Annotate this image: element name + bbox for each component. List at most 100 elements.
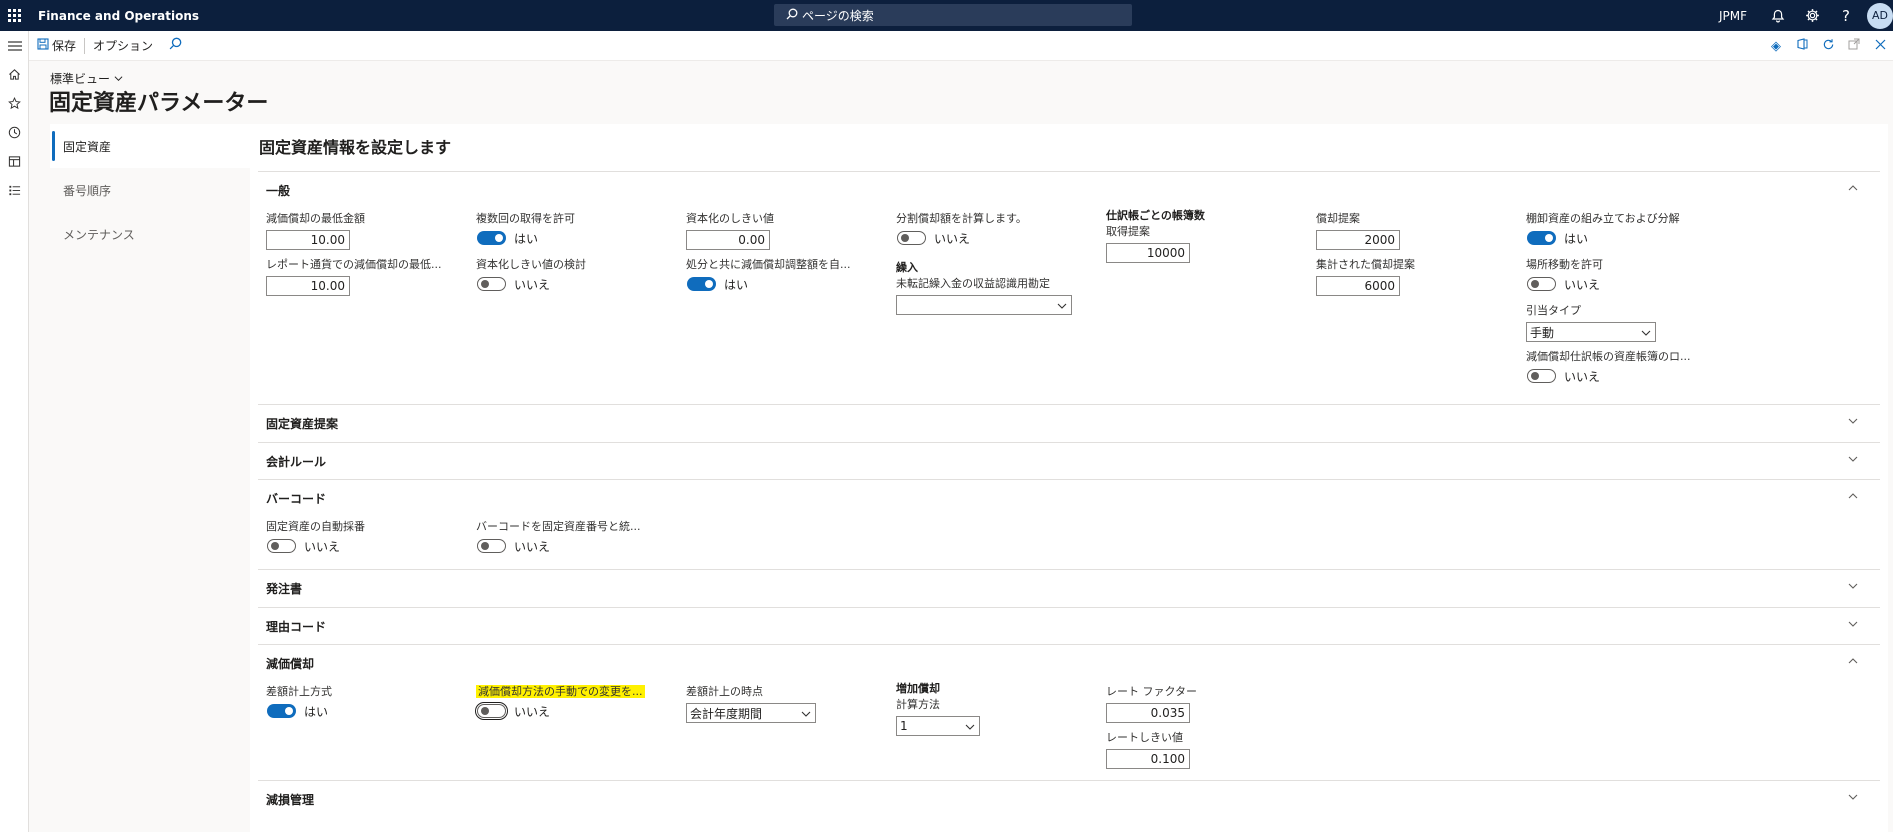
field-report-currency-min: レポート通貨での減価償却の最低... 10.00 [266,258,442,296]
acq-proposal-input[interactable]: 10000 [1106,243,1190,263]
fasttab-accounting-rules-header[interactable]: 会計ルール [258,443,1880,479]
office-icon[interactable] [1789,38,1815,54]
fasttab-general: 一般 減価償却の最低金額 10.00 レポート通貨での減価償却の最低... 10… [258,171,1880,402]
app-title[interactable]: Finance and Operations [38,9,199,23]
fasttab-impairment-header[interactable]: 減損管理 [258,781,1880,817]
company-selector[interactable]: JPMF [1719,9,1747,23]
favorites-star-icon[interactable] [0,89,29,118]
cap-threshold-review-label: 資本化しきい値の検討 [476,258,586,271]
field-rate-factor: レート ファクター 0.035 [1106,685,1197,723]
diff-method-toggle[interactable] [267,704,296,718]
field-dep-proposal: 償却提案 2000 [1316,212,1400,250]
modules-list-icon[interactable] [0,176,29,205]
field-min-dep-amount: 減価償却の最低金額 10.00 [266,212,365,250]
recent-clock-icon[interactable] [0,118,29,147]
page-search-input[interactable]: ページの検索 [774,4,1132,26]
calc-method-label: 計算方法 [896,698,940,711]
top-bar: Finance and Operations ページの検索 JPMF ? AD [0,0,1893,31]
save-label: 保存 [52,39,77,53]
chevron-down-icon [1848,454,1858,464]
chevron-down-icon [1848,619,1858,629]
unify-barcode-label: バーコードを固定資産番号と統... [476,520,641,533]
calc-method-value: 1 [900,719,908,733]
cap-threshold-input[interactable]: 0.00 [686,230,770,250]
close-icon[interactable] [1867,39,1893,54]
fasttab-barcode-title: バーコード [266,491,327,506]
cap-threshold-review-toggle[interactable] [477,277,506,291]
auto-number-toggle[interactable] [267,539,296,553]
reservation-type-select[interactable]: 手動 [1526,322,1656,342]
fasttab-reason-codes-header[interactable]: 理由コード [258,608,1880,644]
field-allow-transfer: 場所移動を許可 いいえ [1526,258,1603,292]
fasttab-depreciation-header[interactable]: 減価償却 [258,645,1880,681]
fasttab-depreciation-title: 減価償却 [266,656,315,671]
chevron-up-icon [1848,491,1858,501]
disposal-dep-adj-value: はい [724,277,749,292]
open-new-window-icon[interactable] [1841,38,1867,54]
inventory-assembly-toggle[interactable] [1527,231,1556,245]
vtab-number-sequences[interactable]: 番号順序 [50,168,250,212]
allow-multiple-acq-value: はい [514,231,539,246]
rate-factor-input[interactable]: 0.035 [1106,703,1190,723]
allow-multiple-acq-toggle[interactable] [477,231,506,245]
field-unify-barcode: バーコードを固定資産番号と統... いいえ [476,520,641,554]
dep-journal-lock-value: いいえ [1564,369,1601,384]
unposted-carry-in-select[interactable] [896,295,1072,315]
manual-change-value: いいえ [514,704,551,719]
manual-change-toggle[interactable] [475,702,508,720]
unify-barcode-value: いいえ [514,539,551,554]
fasttab-fixed-asset-proposal-header[interactable]: 固定資産提案 [258,405,1880,441]
summarized-dep-proposal-input[interactable]: 6000 [1316,276,1400,296]
group-increase-dep: 増加償却 計算方法 1 [896,682,980,736]
hamburger-menu-icon[interactable] [0,31,29,60]
chevron-down-icon [801,709,811,719]
min-dep-amount-input[interactable]: 10.00 [266,230,350,250]
page-title: 固定資産パラメーター [49,91,269,116]
save-button[interactable]: 保存 [29,31,84,61]
search-icon [786,8,798,23]
field-diff-timing: 差額計上の時点 会計年度期間 [686,685,816,723]
home-icon[interactable] [0,60,29,89]
workspaces-icon[interactable] [0,147,29,176]
report-currency-min-input[interactable]: 10.00 [266,276,350,296]
dep-proposal-input[interactable]: 2000 [1316,230,1400,250]
gear-icon[interactable] [1795,0,1829,31]
dep-journal-lock-label: 減価償却仕訳帳の資産帳簿のロ... [1526,350,1691,363]
avatar[interactable]: AD [1867,2,1893,29]
action-search-icon[interactable] [161,37,190,54]
field-cap-threshold: 資本化のしきい値 0.00 [686,212,774,250]
fasttab-general-header[interactable]: 一般 [258,172,1880,208]
calc-method-select[interactable]: 1 [896,716,980,736]
chevron-up-icon [1848,183,1858,193]
group-books-per-journal: 仕訳帳ごとの帳簿数 取得提案 10000 [1106,209,1205,263]
options-button[interactable]: オプション [85,31,161,61]
waffle-icon[interactable] [0,0,28,31]
rate-factor-label: レート ファクター [1106,685,1198,698]
cap-threshold-label: 資本化のしきい値 [686,212,774,225]
fasttab-accounting-rules-title: 会計ルール [266,454,327,469]
diff-timing-select[interactable]: 会計年度期間 [686,703,816,723]
fasttab-barcode-header[interactable]: バーコード [258,480,1880,516]
inventory-assembly-label: 棚卸資産の組み立ておよび分解 [1526,212,1680,225]
allow-transfer-toggle[interactable] [1527,277,1556,291]
disposal-dep-adj-toggle[interactable] [687,277,716,291]
search-placeholder: ページの検索 [802,8,874,23]
fasttab-reason-codes: 理由コード [258,607,1880,645]
refresh-icon[interactable] [1815,38,1841,55]
save-icon [37,38,49,53]
chevron-down-icon [1848,792,1858,802]
help-icon[interactable]: ? [1829,0,1863,31]
rate-threshold-input[interactable]: 0.100 [1106,749,1190,769]
field-calc-partial-dep: 分割償却額を計算します。 いいえ [896,212,1027,246]
vtab-fixed-assets[interactable]: 固定資産 [50,124,250,168]
dep-journal-lock-toggle[interactable] [1527,369,1556,383]
calc-partial-dep-toggle[interactable] [897,231,926,245]
fasttab-purchase-orders-header[interactable]: 発注書 [258,570,1880,606]
unify-barcode-toggle[interactable] [477,539,506,553]
diamond-icon[interactable]: ◈ [1763,39,1789,54]
vtab-maintenance[interactable]: メンテナンス [50,212,250,256]
bell-icon[interactable] [1761,0,1795,31]
allow-transfer-label: 場所移動を許可 [1526,258,1603,271]
auto-number-label: 固定資産の自動採番 [266,520,365,533]
calc-partial-dep-label: 分割償却額を計算します。 [896,212,1027,225]
